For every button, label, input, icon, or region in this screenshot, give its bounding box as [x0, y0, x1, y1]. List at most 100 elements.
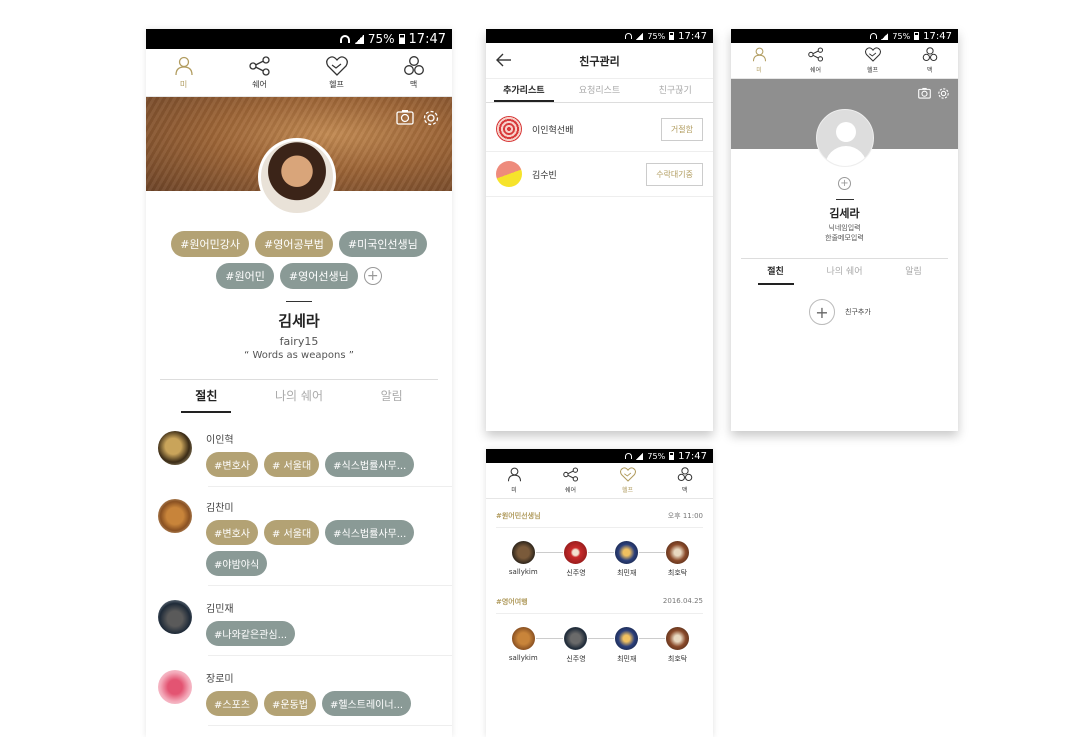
tab-help[interactable]: 헬프	[864, 47, 881, 74]
pending-button[interactable]: 수락대기중	[646, 162, 703, 186]
group-time: 2016.04.25	[662, 597, 703, 605]
add-friend-button[interactable]: + 친구추가	[809, 299, 871, 325]
profile-name: 김세라	[278, 312, 320, 330]
list-item[interactable]: 김민재 #나와같은관심...	[146, 586, 452, 656]
avatar	[158, 670, 192, 704]
member[interactable]: sallykim	[509, 626, 538, 664]
tab-unfriend[interactable]: 친구끊기	[637, 81, 713, 102]
camera-icon[interactable]	[396, 109, 414, 125]
help-feed-screen: 75% 17:47 미 쉐어 헬프 맥 #원어민선생님 오후 11:00 sal…	[486, 449, 713, 737]
tag-chip[interactable]: #나와같은관심...	[206, 621, 296, 646]
list-item[interactable]: 김찬미 #변호사 # 서울대 #식스법률사무... #야밤야식	[146, 487, 452, 586]
avatar	[496, 116, 522, 142]
share-icon	[562, 467, 578, 482]
tab-mac[interactable]: 맥	[677, 467, 693, 494]
member-row: sallykim 신주영 최민재 최호탁	[496, 614, 703, 664]
group-tag[interactable]: #영어여행	[496, 597, 528, 607]
tag-chip[interactable]: #영어선생님	[279, 263, 358, 289]
tab-me[interactable]: 미	[507, 467, 522, 494]
add-tag-button[interactable]: +	[838, 177, 851, 190]
friend-management-screen: 75% 17:47 친구관리 추가리스트 요청리스트 친구끊기 이인혁선배 거절…	[486, 29, 713, 431]
tag-chip[interactable]: #스포츠	[206, 691, 258, 716]
tab-request-list[interactable]: 요청리스트	[562, 81, 638, 102]
reject-button[interactable]: 거절함	[660, 117, 703, 141]
group-time: 오후 11:00	[667, 512, 703, 520]
member[interactable]: sallykim	[509, 540, 538, 578]
profile-avatar[interactable]	[258, 138, 336, 216]
profile-name: 김세라	[829, 207, 860, 220]
tag-chip[interactable]: #원어민강사	[171, 231, 250, 257]
tab-mac-label: 맥	[926, 67, 933, 74]
tab-added-list[interactable]: 추가리스트	[486, 81, 562, 102]
subtab-my-share[interactable]: 나의 쉐어	[810, 259, 879, 285]
divider	[835, 199, 854, 200]
help-group[interactable]: #영어여행 2016.04.25 sallykim 신주영 최민재 최호탁	[496, 597, 703, 664]
subtab-my-share[interactable]: 나의 쉐어	[253, 380, 346, 413]
clock: 17:47	[678, 30, 707, 42]
tab-share[interactable]: 쉐어	[807, 47, 824, 74]
profile-subtabs: 절친 나의 쉐어 알림	[160, 379, 438, 413]
tag-chip[interactable]: #원어민	[216, 263, 274, 289]
member[interactable]: 최민재	[614, 626, 640, 664]
tab-me-label: 미	[756, 67, 762, 74]
friend-name: 김수빈	[532, 170, 557, 181]
header: 친구관리	[486, 43, 713, 79]
member[interactable]: 최민재	[614, 540, 640, 578]
clock: 17:47	[408, 31, 446, 47]
subtab-notifications[interactable]: 알림	[345, 380, 438, 413]
share-icon	[248, 55, 270, 76]
group-tag[interactable]: #원어민선생님	[496, 511, 541, 521]
tag-chip[interactable]: #변호사	[206, 452, 258, 477]
tag-chip[interactable]: #변호사	[206, 520, 258, 545]
tag-chip[interactable]: #영어공부법	[255, 231, 333, 257]
subtab-best-friends[interactable]: 절친	[160, 380, 253, 413]
add-tag-button[interactable]: +	[363, 267, 382, 285]
main-tabbar: 미 쉐어 헬프 맥	[486, 463, 713, 499]
signal-icon	[636, 32, 644, 40]
add-friend-label: 친구추가	[845, 308, 871, 316]
nickname-input[interactable]: 닉네임입력	[731, 223, 958, 233]
tab-me[interactable]: 미	[174, 56, 194, 90]
help-group[interactable]: #원어민선생님 오후 11:00 sallykim 신주영 최민재 최호탁	[496, 511, 703, 578]
list-item[interactable]: 이인혁 #변호사 # 서울대 #식스법률사무...	[146, 425, 452, 487]
tag-chip[interactable]: # 서울대	[263, 452, 320, 477]
tag-chip[interactable]: #헬스트레이너...	[321, 691, 412, 716]
profile-avatar-placeholder[interactable]	[816, 109, 874, 167]
main-tabbar: 미 쉐어 헬프 맥	[146, 49, 452, 97]
tag-chip[interactable]: #식스법률사무...	[325, 452, 415, 477]
subtab-best-friends[interactable]: 절친	[741, 259, 810, 285]
tab-mac[interactable]: 맥	[403, 55, 425, 90]
camera-icon[interactable]	[918, 87, 931, 99]
member[interactable]: 최호탁	[665, 540, 691, 578]
tab-share[interactable]: 쉐어	[248, 55, 271, 90]
member[interactable]: 최호탁	[665, 626, 691, 664]
tab-share[interactable]: 쉐어	[562, 467, 579, 494]
tag-chip[interactable]: #야밤야식	[206, 551, 268, 576]
gear-icon[interactable]	[422, 109, 440, 127]
tab-help[interactable]: 헬프	[619, 467, 636, 494]
avatar	[158, 431, 192, 465]
tag-chip[interactable]: #미국인선생님	[338, 231, 427, 257]
profile-tags: #원어민강사 #영어공부법 #미국인선생님 #원어민 #영어선생님 +	[146, 231, 452, 289]
tab-mac[interactable]: 맥	[922, 47, 938, 74]
avatar	[510, 626, 536, 651]
handshake-heart-icon	[619, 467, 636, 482]
member-name: 최민재	[617, 569, 637, 577]
back-arrow-icon[interactable]	[496, 53, 512, 67]
memo-input[interactable]: 한줄메모입력	[731, 233, 958, 243]
tab-me[interactable]: 미	[752, 47, 767, 74]
tag-chip[interactable]: # 서울대	[263, 520, 320, 545]
tag-chip[interactable]: #운동법	[263, 691, 316, 716]
signal-icon	[353, 34, 364, 44]
avatar	[510, 540, 536, 565]
list-item[interactable]: 장로미 #스포츠 #운동법 #헬스트레이너...	[146, 656, 452, 726]
member[interactable]: 신주영	[563, 540, 589, 578]
member[interactable]: 신주영	[563, 626, 589, 664]
gear-icon[interactable]	[937, 87, 950, 100]
tag-chip[interactable]: #식스법률사무...	[325, 520, 415, 545]
profile-subtabs: 절친 나의 쉐어 알림	[741, 258, 948, 285]
tab-help[interactable]: 헬프	[325, 55, 348, 90]
subtab-notifications[interactable]: 알림	[879, 259, 948, 285]
tab-mac-label: 맥	[409, 79, 418, 89]
page-title: 친구관리	[579, 54, 620, 68]
